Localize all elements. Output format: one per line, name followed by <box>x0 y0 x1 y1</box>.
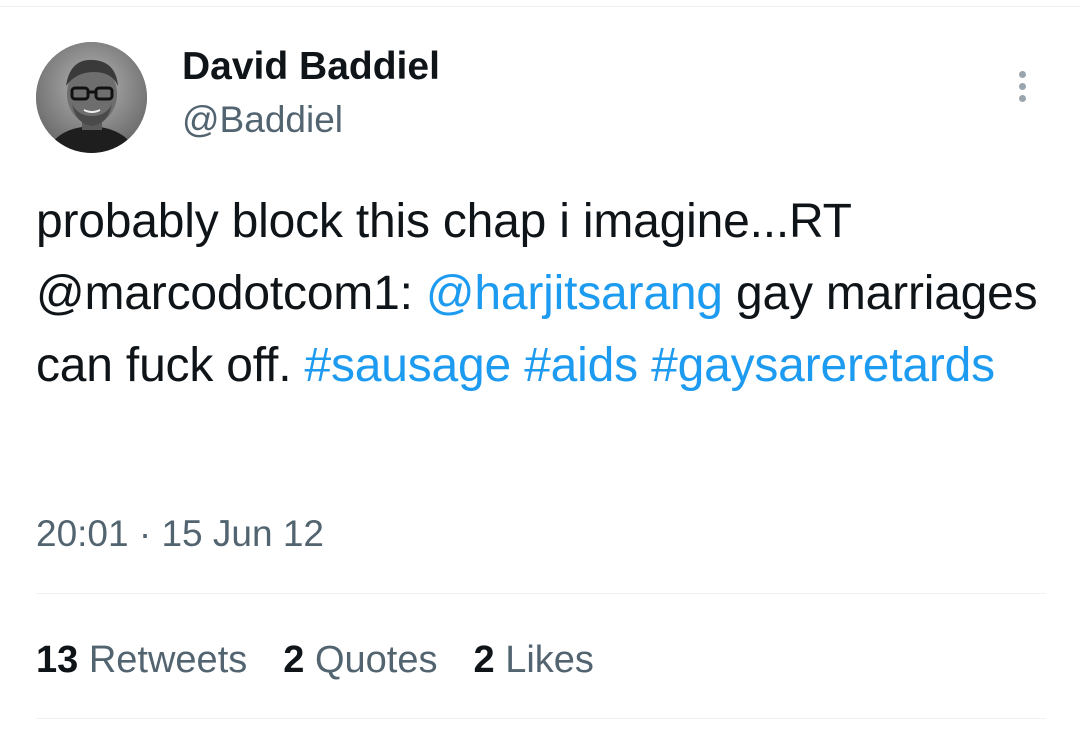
engagement-stats: 13 Retweets 2 Quotes 2 Likes <box>36 634 630 686</box>
retweets-label: Retweets <box>88 639 248 681</box>
quotes-label: Quotes <box>314 639 438 681</box>
more-vertical-icon[interactable] <box>1004 66 1040 106</box>
quotes-stat[interactable]: 2 Quotes <box>283 634 437 686</box>
author-handle[interactable]: @Baddiel <box>182 98 343 142</box>
text-space <box>511 339 524 392</box>
stats-bottom-divider <box>36 718 1046 719</box>
timestamp-separator: · <box>128 513 162 554</box>
tweet-date: 15 Jun 12 <box>161 513 325 554</box>
stats-top-divider <box>36 593 1046 594</box>
hashtag-link[interactable]: #gaysareretards <box>651 339 995 392</box>
more-dot <box>1018 70 1026 78</box>
text-space <box>638 339 651 392</box>
retweets-stat[interactable]: 13 Retweets <box>36 634 247 686</box>
top-divider <box>0 6 1080 7</box>
tweet-timestamp[interactable]: 20:01 · 15 Jun 12 <box>36 508 324 560</box>
tweet-text: probably block this chap i imagine...RT … <box>36 186 1056 402</box>
likes-stat[interactable]: 2 Likes <box>473 634 593 686</box>
more-dot <box>1018 94 1026 102</box>
likes-count: 2 <box>473 639 495 681</box>
retweets-count: 13 <box>36 639 79 681</box>
more-dot <box>1018 82 1026 90</box>
author-display-name[interactable]: David Baddiel <box>182 44 440 90</box>
avatar[interactable] <box>36 42 147 153</box>
quotes-count: 2 <box>283 639 305 681</box>
mention-link[interactable]: @harjitsarang <box>426 267 723 320</box>
tweet-time: 20:01 <box>36 513 129 554</box>
hashtag-link[interactable]: #sausage <box>304 339 511 392</box>
likes-label: Likes <box>505 639 594 681</box>
hashtag-link[interactable]: #aids <box>524 339 638 392</box>
avatar-photo <box>36 42 147 153</box>
